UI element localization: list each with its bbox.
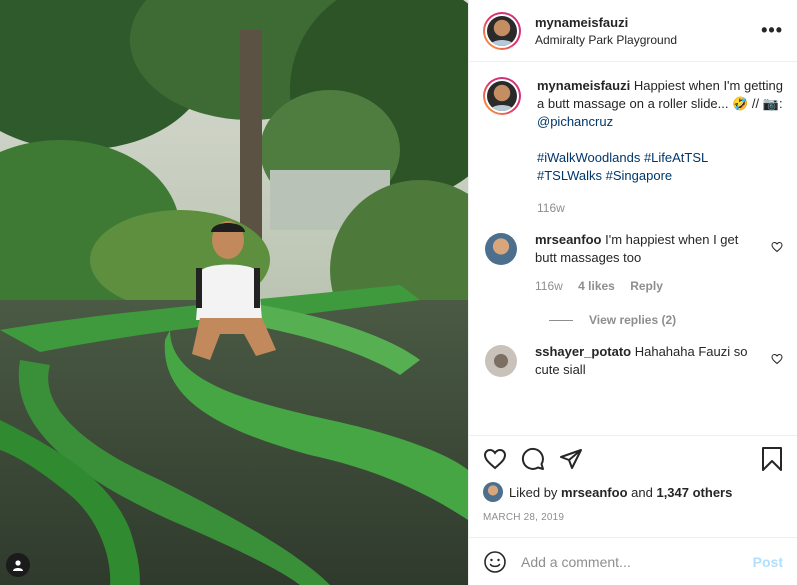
post-actions: Liked by mrseanfoo and 1,347 others MARC… [469,435,797,523]
heart-icon[interactable] [771,353,783,365]
divider-line [549,319,573,321]
comment-item: mrseanfoo I'm happiest when I get butt m… [483,231,783,295]
likes-prefix: Liked by [509,484,558,500]
comment-time[interactable]: 116w [535,279,563,293]
comment-input[interactable] [521,553,753,570]
emoji-icon[interactable] [483,550,507,574]
photo-illustration [0,0,468,585]
author-username[interactable]: mynameisfauzi [535,15,761,30]
caption-hashtags-2[interactable]: #TSLWalks #Singapore [537,167,783,185]
caption-username[interactable]: mynameisfauzi [537,78,630,93]
liker-avatar[interactable] [483,482,503,502]
caption-emoji: 🤣 // 📷: [732,96,783,111]
add-comment-bar: Post [469,537,797,585]
caption: mynameisfauzi Happiest when I'm getting … [483,77,783,217]
more-horizontal-icon[interactable]: ••• [761,20,783,41]
post-header: mynameisfauzi Admiralty Park Playground … [469,0,797,62]
post-comment-button[interactable]: Post [753,554,783,570]
caption-hashtags-1[interactable]: #iWalkWoodlands #LifeAtTSL [537,149,783,167]
comments-list[interactable]: mynameisfauzi Happiest when I'm getting … [469,63,797,435]
view-replies-button[interactable]: View replies (2) [549,313,783,327]
post-location[interactable]: Admiralty Park Playground [535,33,761,47]
reply-button[interactable]: Reply [630,279,663,293]
caption-avatar[interactable] [483,77,521,115]
likes-others[interactable]: 1,347 others [656,485,732,500]
view-replies-label: View replies (2) [589,313,677,327]
caption-mention[interactable]: @pichancruz [537,113,783,131]
caption-time[interactable]: 116w [537,201,565,215]
save-bookmark-icon[interactable] [761,446,783,472]
likes-summary: Liked by mrseanfoo and 1,347 others [483,482,783,502]
author-avatar[interactable] [483,11,521,50]
heart-icon[interactable] [771,241,783,253]
user-icon [13,560,23,571]
post-details-panel: mynameisfauzi Admiralty Park Playground … [468,0,797,585]
comment-item: sshayer_potato Hahahaha Fauzi so cute si… [483,343,783,379]
share-icon[interactable] [559,447,583,471]
likes-joiner: and [631,484,653,500]
commenter-avatar[interactable] [485,345,517,377]
likes-user[interactable]: mrseanfoo [561,485,627,500]
comment-username[interactable]: sshayer_potato [535,344,631,359]
commenter-avatar[interactable] [485,233,517,265]
avatar-image [487,81,517,111]
post-date[interactable]: MARCH 28, 2019 [483,512,783,523]
comment-icon[interactable] [521,447,545,471]
post-photo[interactable] [0,0,468,585]
comment-likes[interactable]: 4 likes [578,279,615,293]
comment-username[interactable]: mrseanfoo [535,232,601,247]
like-heart-icon[interactable] [483,447,507,471]
tag-user-button[interactable] [6,553,30,577]
avatar-image [487,15,517,46]
